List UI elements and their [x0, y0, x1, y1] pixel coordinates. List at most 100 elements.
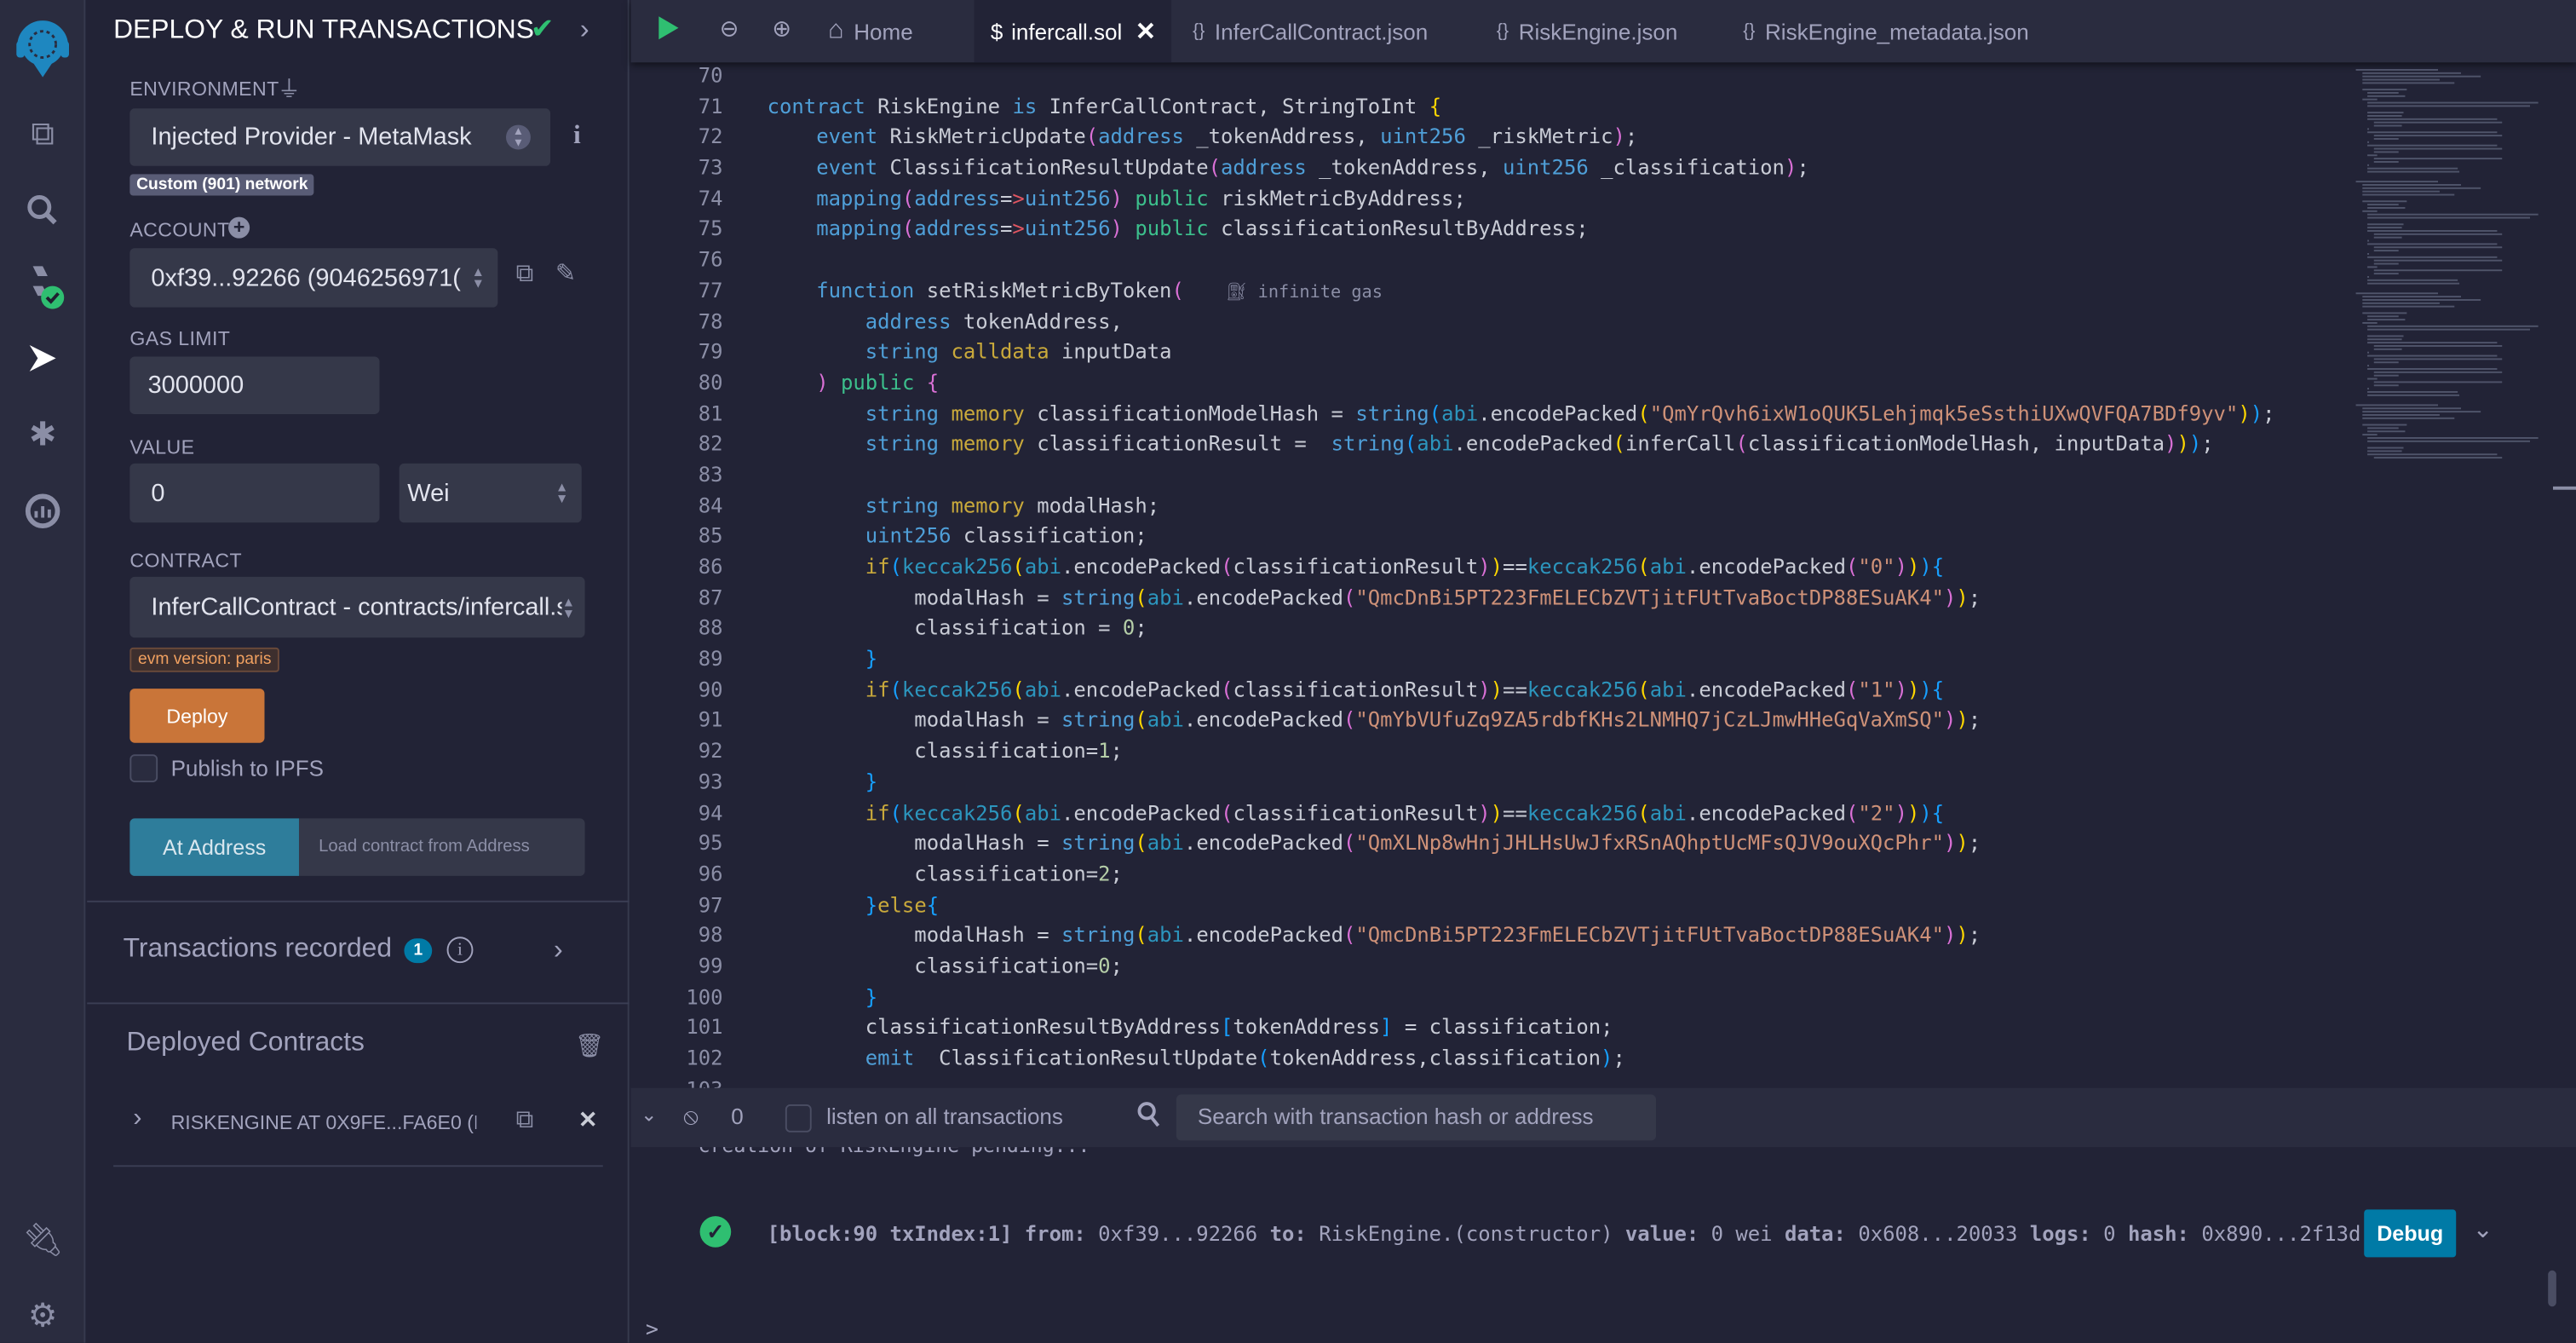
run-script-icon[interactable]: [657, 14, 680, 49]
at-address-button[interactable]: At Address: [129, 818, 299, 876]
minimap[interactable]: [2349, 66, 2553, 476]
log-hash-label: hash:: [2127, 1220, 2189, 1246]
contract-label: CONTRACT: [129, 549, 243, 573]
log-from: 0xf39...92266: [1098, 1220, 1258, 1246]
minimap-line: [2361, 321, 2377, 324]
minimap-line: [2361, 78, 2441, 81]
code-editor[interactable]: 70 71 contract RiskEngine is InferCallCont…: [631, 59, 2346, 1087]
account-select[interactable]: 0xf39...92266 (9046256971( ▲ ▼: [129, 248, 498, 308]
value-input[interactable]: 0: [129, 463, 380, 523]
code-line: classification=2;: [914, 861, 1123, 886]
listen-transactions-checkbox[interactable]: [785, 1104, 812, 1133]
publish-ipfs-checkbox[interactable]: [129, 754, 158, 782]
gas-limit-input[interactable]: 3000000: [129, 356, 380, 414]
expand-log-icon[interactable]: ⌄: [2472, 1214, 2493, 1244]
minimap-line: [2361, 413, 2441, 416]
info-icon[interactable]: i: [573, 122, 581, 152]
minimap-line: [2367, 154, 2377, 157]
check-icon: ✔: [530, 13, 555, 45]
minimap-line: [2367, 144, 2498, 147]
chevron-right-icon[interactable]: ›: [554, 933, 563, 966]
minimap-line: [2361, 302, 2441, 304]
deployed-instance-title[interactable]: RISKENGINE AT 0X9FE...FA6E0 (BL(: [171, 1111, 477, 1134]
code-line: string memory classificationResult = str…: [865, 430, 2214, 456]
deploy-button[interactable]: Deploy: [129, 689, 265, 743]
solidity-compiler-icon[interactable]: [20, 263, 66, 309]
copy-icon[interactable]: ⧉: [516, 1106, 534, 1134]
terminal-scrollbar-thumb[interactable]: [2548, 1270, 2556, 1307]
transactions-recorded-label[interactable]: Transactions recorded: [124, 933, 392, 965]
code-line: classification=1;: [914, 738, 1123, 764]
settings-icon[interactable]: ⚙: [20, 1292, 66, 1338]
edit-icon[interactable]: ✎: [555, 258, 576, 288]
minimap-line: [2367, 282, 2460, 285]
contract-select[interactable]: InferCallContract - contracts/infercall.…: [129, 576, 585, 638]
transactions-count-badge: 1: [404, 938, 433, 964]
zoom-out-icon[interactable]: ⊖: [720, 14, 739, 43]
tab-home[interactable]: ⌂ Home: [828, 0, 913, 62]
line-number: 70: [698, 62, 723, 88]
minimap-line: [2367, 229, 2498, 232]
minimap-line: [2367, 164, 2370, 166]
debugger-icon[interactable]: ✱: [20, 411, 66, 457]
info-icon[interactable]: i: [446, 937, 474, 964]
tab-riskengine-json[interactable]: {} RiskEngine.json: [1497, 0, 1677, 62]
terminal-search-input[interactable]: Search with transaction hash or address: [1176, 1094, 1656, 1141]
terminal-prompt[interactable]: >: [646, 1318, 658, 1343]
network-badge: Custom (901) network: [129, 174, 315, 196]
value-unit-select[interactable]: Wei ▲ ▼: [399, 463, 582, 523]
minimap-line: [2373, 358, 2503, 360]
minimap-line: [2367, 95, 2405, 97]
analytics-icon[interactable]: [20, 488, 66, 534]
tab-riskengine-metadata-json[interactable]: {} RiskEngine_metadata.json: [1743, 0, 2029, 62]
editor-area: ⊖ ⊕ ⌂ Home $ infercall.sol ✕ {} InferCallCon…: [630, 0, 2576, 1343]
solidity-file-icon: $: [990, 19, 1003, 44]
code-line: modalHash = string(abi.encodePacked("QmY…: [914, 707, 1981, 733]
code-line: if(keccak256(abi.encodePacked(classifica…: [865, 799, 1945, 825]
transaction-log[interactable]: [block:90 txIndex:1] from: 0xf39...92266…: [768, 1221, 2361, 1246]
clear-console-icon[interactable]: ⦸: [683, 1103, 699, 1131]
tab-infercallcontract-json[interactable]: {} InferCallContract.json: [1193, 0, 1428, 62]
minimap-line: [2361, 298, 2482, 301]
zoom-in-icon[interactable]: ⊕: [772, 14, 791, 43]
divider: [87, 1002, 630, 1005]
minimap-line: [2367, 243, 2498, 245]
value-unit: Wei: [407, 479, 450, 507]
search-icon[interactable]: [20, 187, 66, 233]
close-icon[interactable]: ✕: [578, 1106, 598, 1134]
environment-select[interactable]: Injected Provider - MetaMask ▲ ▼: [129, 108, 551, 166]
deploy-run-panel: DEPLOY & RUN TRANSACTIONS ✔ › ENVIRONMEN…: [87, 0, 630, 1343]
log-block: [block:90 txIndex:1]: [767, 1220, 1013, 1246]
deploy-run-icon[interactable]: [20, 335, 66, 381]
minimap-line: [2367, 335, 2404, 337]
load-contract-address-input[interactable]: Load contract from Address: [298, 818, 585, 876]
collapse-terminal-icon[interactable]: ⌄: [641, 1103, 657, 1126]
line-number: 74: [698, 185, 723, 210]
remix-logo-icon[interactable]: [10, 16, 76, 82]
file-explorer-icon[interactable]: ⧉: [20, 112, 66, 158]
account-label: ACCOUNT: [129, 218, 230, 242]
minimap-line: [2361, 187, 2482, 189]
chevron-right-icon[interactable]: ›: [580, 13, 589, 46]
editor-scrollbar-thumb[interactable]: [2552, 486, 2576, 490]
close-tab-icon[interactable]: ✕: [1136, 16, 1156, 46]
minimap-line: [2355, 292, 2438, 295]
home-icon: ⌂: [827, 16, 844, 45]
line-number: 89: [698, 646, 723, 672]
minimap-line: [2361, 417, 2455, 419]
code-line: mapping(address=>uint256) public classif…: [816, 216, 1589, 241]
plugin-manager-icon[interactable]: 🔌︎: [20, 1216, 66, 1262]
debug-button[interactable]: Debug: [2364, 1209, 2457, 1258]
code-line: address tokenAddress,: [865, 308, 1123, 333]
trash-icon[interactable]: 🗑︎: [575, 1032, 604, 1060]
tab-infercall-sol[interactable]: $ infercall.sol ✕: [974, 0, 1172, 63]
copy-icon[interactable]: ⧉: [516, 260, 534, 288]
minimap-line: [2373, 381, 2503, 383]
chevron-right-icon[interactable]: ›: [133, 1104, 141, 1134]
minimap-line: [2367, 351, 2370, 354]
add-account-icon[interactable]: +: [228, 216, 250, 239]
code-line: modalHash = string(abi.encodePacked("Qmc…: [914, 922, 1981, 948]
search-icon: [1137, 1101, 1160, 1133]
code-line: classification=0;: [914, 953, 1123, 978]
gas-limit-label: GAS LIMIT: [129, 326, 231, 350]
